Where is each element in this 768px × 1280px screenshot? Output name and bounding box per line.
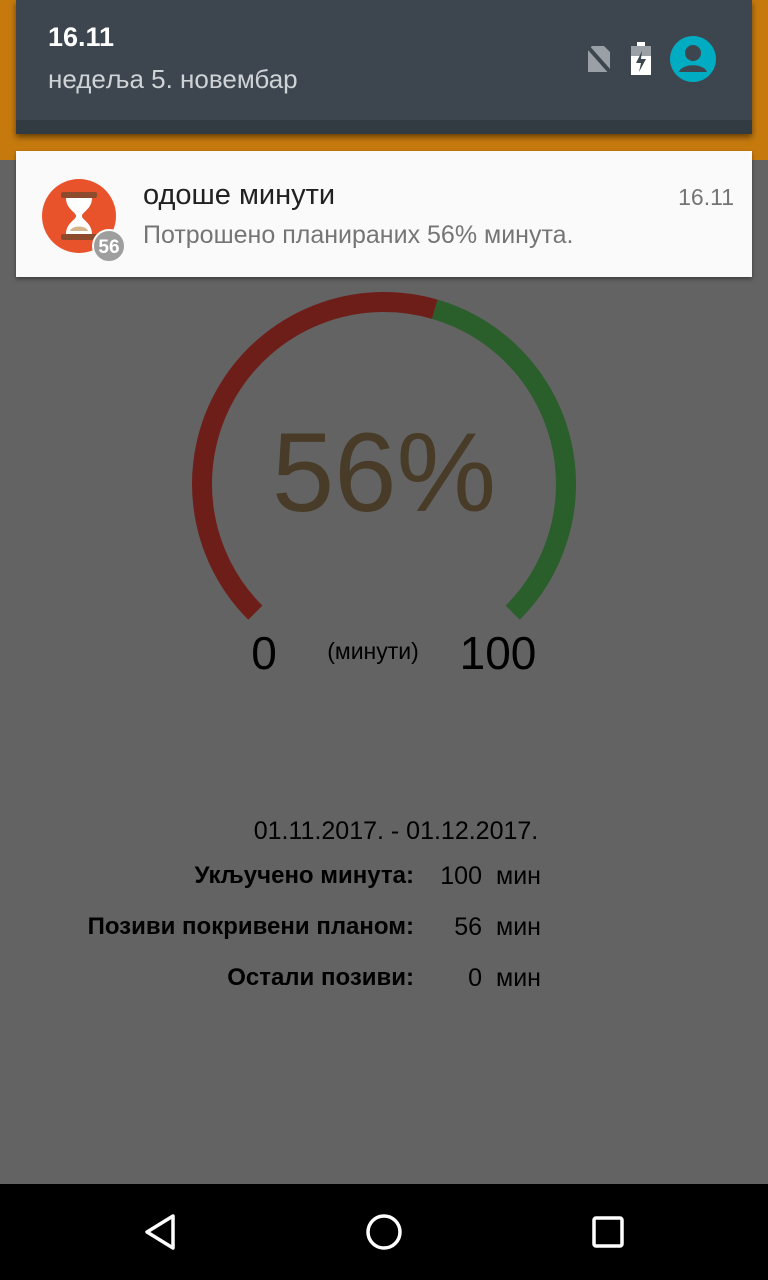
stat-label: Укључено минута:	[194, 862, 414, 889]
stat-value: 100	[440, 862, 482, 890]
stat-unit: мин	[496, 913, 541, 941]
notification-title: одоше минути	[143, 179, 336, 211]
navigation-bar	[0, 1184, 768, 1280]
gauge-min-label: 0	[251, 627, 277, 679]
account-icon[interactable]	[670, 36, 716, 86]
shade-time: 16.11	[48, 22, 115, 52]
hourglass-icon: 56	[42, 179, 126, 263]
notification-time: 16.11	[678, 184, 734, 210]
home-icon[interactable]	[360, 1208, 408, 1256]
notification-text: Потрошено планираних 56% минута.	[143, 221, 574, 249]
stat-value: 0	[468, 964, 482, 992]
notification-badge: 56	[98, 237, 119, 258]
stat-unit: мин	[496, 964, 541, 992]
stat-row-included: Укључено минута: 100 мин	[0, 862, 768, 898]
shade-date: недеља 5. новембар	[48, 64, 298, 94]
gauge-percent-value: 56%	[271, 410, 497, 535]
billing-period: 01.11.2017. - 01.12.2017.	[253, 817, 539, 845]
stat-row-other: Остали позиви: 0 мин	[0, 964, 768, 1000]
recents-icon[interactable]	[584, 1208, 632, 1256]
gauge-unit-label: (минути)	[327, 638, 419, 664]
gauge-max-label: 100	[459, 627, 537, 679]
shade-bottom-strip	[16, 120, 752, 134]
stat-label: Позиви покривени планом:	[87, 913, 414, 940]
battery-charging-icon	[630, 42, 652, 80]
stat-label: Остали позиви:	[227, 964, 414, 991]
no-sim-icon	[585, 44, 613, 78]
notification-card[interactable]: 56 одоше минути 16.11 Потрошено планиран…	[16, 151, 752, 277]
stat-value: 56	[454, 913, 482, 941]
shade-status-icons	[585, 36, 716, 86]
notification-shade-header: 16.11 недеља 5. новембар	[16, 0, 752, 134]
back-icon[interactable]	[136, 1208, 184, 1256]
stat-unit: мин	[496, 862, 541, 890]
stat-row-covered: Позиви покривени планом: 56 мин	[0, 913, 768, 949]
